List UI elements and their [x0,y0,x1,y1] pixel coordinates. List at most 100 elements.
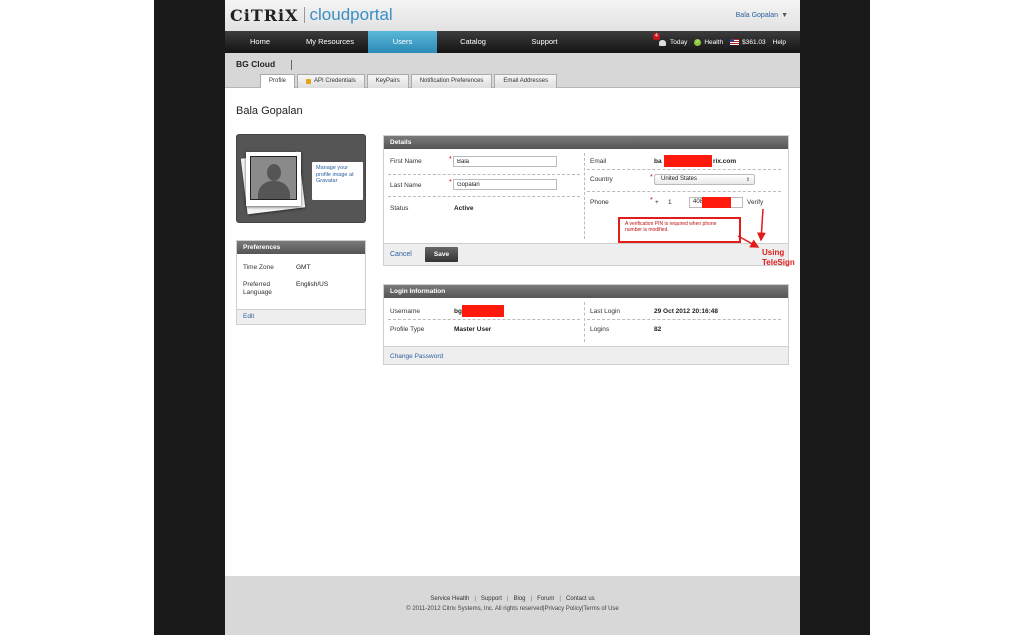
username-prefix: bg [454,308,462,315]
save-button[interactable]: Save [425,247,458,262]
arrow-right [737,235,760,248]
email-prefix: ba [654,158,662,165]
time-zone-value: GMT [296,264,311,271]
logo[interactable]: CiTRiX cloudportal [230,4,393,26]
first-name-field[interactable] [453,156,557,167]
footer-link-contact[interactable]: Contact us [566,596,595,602]
nav-item-home[interactable]: Home [238,31,282,53]
telesign-note: Using TeleSign [762,248,795,268]
top-bar: CiTRiX cloudportal Bala Gopalan ▼ [225,0,800,31]
page-title: Bala Gopalan [236,105,303,117]
login-info-panel: Login Information Username bg Profile Ty… [383,284,789,365]
nav-item-my-resources[interactable]: My Resources [297,31,363,53]
health-status[interactable]: ✓ Health [694,38,724,46]
login-info-title: Login Information [384,285,788,298]
footer-links: Service Health | Support | Blog | Forum | Contac… [430,596,595,602]
help-link[interactable]: Help [773,39,786,46]
preferences-footer: Edit [237,309,365,324]
nav-item-support[interactable]: Support [518,31,571,53]
note-line-1: Using [762,248,785,257]
last-name-label: Last Name [390,182,422,189]
phone-plus: + [655,199,659,206]
profile-image-card: Manage your profile image at Gravatar [236,134,366,223]
chevron-down-icon: ▼ [781,12,788,19]
profile-tabs: Profile API Credentials KeyPairs Notific… [260,74,558,88]
email-label: Email [590,158,607,165]
health-label: Health [704,38,724,46]
account-divider [291,60,292,70]
email-suffix: rix.com [713,158,737,165]
status-value: Active [454,205,474,212]
product-name: cloudportal [309,5,393,24]
change-password-link[interactable]: Change Password [390,353,443,360]
today-label: Today [669,38,688,46]
nav-item-catalog[interactable]: Catalog [447,31,499,53]
balance-value: $361.03 [742,38,766,46]
user-menu-label: Bala Gopalan [735,12,779,19]
footer-link-service-health[interactable]: Service Health [430,596,469,602]
required-marker: * [650,174,653,181]
required-marker: * [449,156,452,163]
terms-of-use-link[interactable]: Terms of Use [583,606,618,612]
footer-link-forum[interactable]: Forum [537,596,554,602]
tab-label: Notification Preferences [419,78,484,84]
username-redaction [462,305,504,317]
avatar [246,152,301,206]
required-marker: * [650,197,653,204]
account-name: BG Cloud [236,59,276,69]
privacy-policy-link[interactable]: Privacy Policy [545,606,582,612]
footer-copyright-row: © 2011-2012 Citrix Systems, Inc. All rig… [406,606,619,612]
user-menu[interactable]: Bala Gopalan ▼ [736,12,788,19]
help-label: Help [772,38,786,46]
preferences-panel: Preferences Time Zone GMT Preferred Lang… [236,240,366,325]
tab-label: Email Addresses [503,78,549,84]
today-alerts[interactable]: 4 Today [652,32,688,47]
alerts-badge: 4 [652,32,660,40]
tab-email-addresses[interactable]: Email Addresses [494,74,558,88]
login-info-footer: Change Password [384,346,788,364]
footer-link-blog[interactable]: Blog [514,596,526,602]
edit-preferences-link[interactable]: Edit [243,313,254,320]
nav-status-bar: 4 Today ✓ Health $361.03 Help [652,31,786,53]
last-login-label: Last Login [590,308,620,315]
nav-item-users[interactable]: Users [368,31,437,53]
app-window: CiTRiX cloudportal Bala Gopalan ▼ Home My… [225,0,800,635]
column-divider [584,302,585,342]
copyright-text: © 2011-2012 Citrix Systems, Inc. All rig… [406,606,543,612]
country-select[interactable]: United States ⇕ [654,174,755,185]
tab-keypairs[interactable]: KeyPairs [366,74,409,88]
profile-type-label: Profile Type [390,326,425,333]
footer-link-support[interactable]: Support [481,596,502,602]
account-balance[interactable]: $361.03 [730,39,766,46]
select-arrows-icon: ⇕ [745,177,750,183]
verify-link[interactable]: Verify [747,199,763,206]
check-icon: ✓ [694,38,702,46]
first-name-label: First Name [390,158,422,165]
column-divider [584,153,585,239]
logo-divider [303,7,305,23]
logins-value: 82 [654,326,662,333]
note-line-2: TeleSign [762,258,795,267]
bell-icon: 4 [652,32,667,47]
email-redaction [664,155,712,167]
phone-label: Phone [590,199,609,206]
cancel-button[interactable]: Cancel [390,251,412,258]
tab-label: API Credentials [314,78,356,84]
tab-profile[interactable]: Profile [260,74,296,88]
verification-callout: A verification PIN is required when phon… [618,217,741,243]
logins-label: Logins [590,326,610,333]
main-nav: Home My Resources Users Catalog Support … [225,31,800,53]
last-name-field[interactable] [453,179,557,190]
account-header: BG Cloud Profile API Credentials KeyPair… [225,53,800,88]
last-login-value: 29 Oct 2012 20:16:48 [654,308,718,315]
status-label: Status [390,205,409,212]
preferences-title: Preferences [237,241,365,254]
gravatar-link[interactable]: Manage your profile image at Gravatar [312,162,363,200]
tab-notification-preferences[interactable]: Notification Preferences [410,74,493,88]
profile-type-value: Master User [454,326,492,333]
arrow-up [756,208,766,242]
tab-api-credentials[interactable]: API Credentials [297,74,365,88]
language-value: English/US [296,281,329,288]
language-label: Preferred Language [243,281,272,296]
phone-country-code[interactable]: 1 [668,199,672,206]
